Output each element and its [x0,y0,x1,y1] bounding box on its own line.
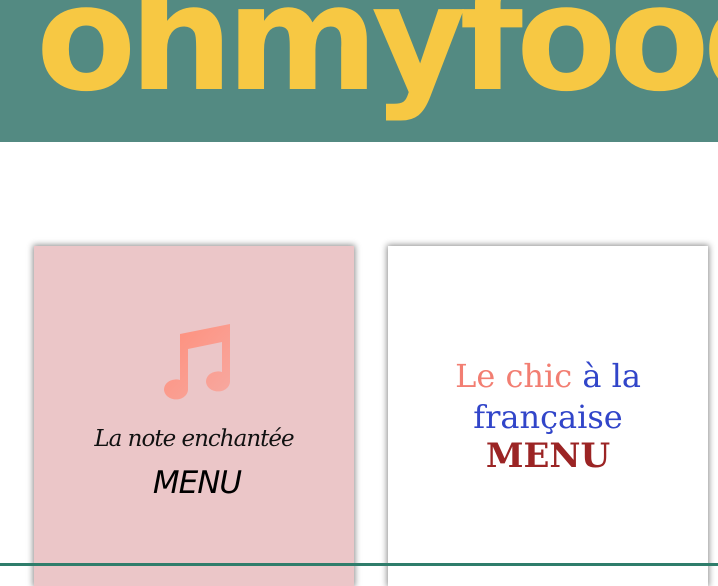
music-note-icon [164,324,230,400]
title-part-blue-2: française [473,398,623,436]
title-part-blue: à la [582,357,641,395]
ohmyfood-logo[interactable]: ohmyfood [36,0,718,112]
restaurant-title: La note enchantée [94,426,294,452]
restaurant-card-note-enchantee[interactable]: La note enchantée MENU [34,246,354,586]
restaurant-title: Le chic à la française [388,356,708,438]
menu-link[interactable]: MENU [34,465,360,501]
menu-link[interactable]: MENU [388,436,708,476]
title-part-pink: Le chic [455,357,573,395]
site-header: ohmyfood [0,0,718,142]
restaurant-card-chic-francaise[interactable]: Le chic à la française MENU [388,246,708,586]
